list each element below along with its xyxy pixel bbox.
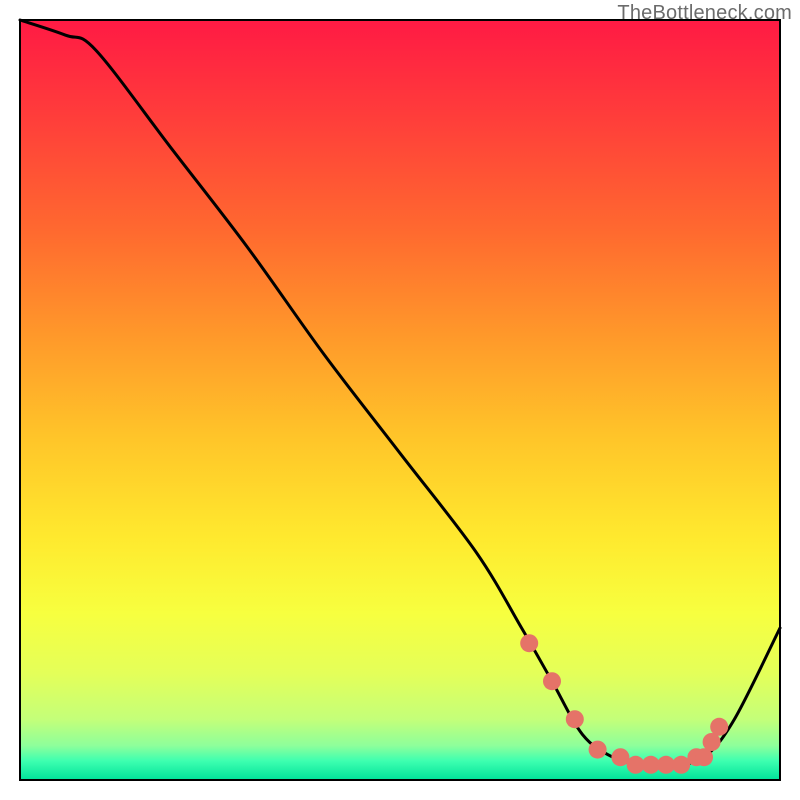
highlighted-point (520, 634, 538, 652)
chart-container: TheBottleneck.com (0, 0, 800, 800)
highlighted-point (710, 718, 728, 736)
chart-heatmap-background (20, 20, 780, 780)
bottleneck-chart (0, 0, 800, 800)
highlighted-point (589, 741, 607, 759)
attribution-label: TheBottleneck.com (617, 2, 792, 25)
highlighted-point (543, 672, 561, 690)
highlighted-point (566, 710, 584, 728)
